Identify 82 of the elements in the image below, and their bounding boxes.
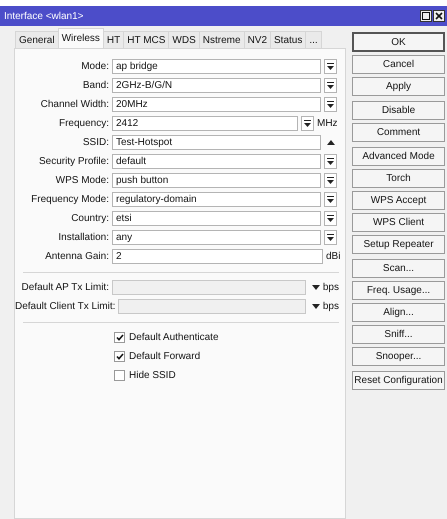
checkbox-label: Default Forward xyxy=(129,351,200,362)
action-button[interactable]: Reset Configuration xyxy=(352,371,445,390)
tab[interactable]: ... xyxy=(305,31,322,48)
select-field[interactable]: any xyxy=(112,230,321,245)
field-label: Mode: xyxy=(80,61,110,72)
tab[interactable]: NV2 xyxy=(244,31,272,48)
action-button[interactable]: Freq. Usage... xyxy=(352,281,445,300)
field-label: Channel Width: xyxy=(40,99,110,110)
action-button[interactable]: WPS Client xyxy=(352,213,445,232)
select-field[interactable]: etsi xyxy=(112,211,321,226)
select-field[interactable]: 20MHz xyxy=(112,97,321,112)
dropdown-icon xyxy=(304,120,311,128)
window-title: Interface <wlan1> xyxy=(4,10,84,22)
dropdown-icon xyxy=(327,82,334,90)
checkbox[interactable] xyxy=(114,370,125,381)
dropdown-button[interactable] xyxy=(324,173,337,188)
field-label: Frequency Mode: xyxy=(30,194,110,205)
checkbox[interactable] xyxy=(114,332,125,343)
input-field[interactable]: 2412 xyxy=(112,116,298,131)
field-label: Installation: xyxy=(57,232,110,243)
dropdown-icon xyxy=(327,234,334,242)
field-label: Default Client Tx Limit: xyxy=(15,301,116,312)
field-label: Band: xyxy=(82,80,110,91)
dropdown-button[interactable] xyxy=(324,211,337,226)
unit-label: bps xyxy=(322,282,339,293)
select-field[interactable]: ap bridge xyxy=(112,59,321,74)
action-button[interactable]: OK xyxy=(352,32,445,52)
dropdown-button[interactable] xyxy=(301,116,314,131)
maximize-icon[interactable] xyxy=(420,10,432,22)
select-field[interactable]: 2GHz-B/G/N xyxy=(112,78,321,93)
action-button[interactable]: Snooper... xyxy=(352,347,445,366)
tab[interactable]: Wireless xyxy=(58,28,104,48)
tab[interactable]: WDS xyxy=(168,31,200,48)
tab[interactable]: Nstreme xyxy=(198,31,245,48)
select-field[interactable]: push button xyxy=(112,173,321,188)
dropdown-button[interactable] xyxy=(324,230,337,245)
dropdown-icon xyxy=(327,196,334,204)
field-label: Frequency: xyxy=(58,118,110,129)
dropdown-button[interactable] xyxy=(324,154,337,169)
dropdown-button[interactable] xyxy=(324,97,337,112)
dropdown-icon xyxy=(327,176,334,184)
unit-label: bps xyxy=(322,301,339,312)
action-button[interactable]: Torch xyxy=(352,169,445,188)
select-field[interactable]: default xyxy=(112,154,321,169)
dropdown-button[interactable] xyxy=(324,78,337,93)
field-label: Security Profile: xyxy=(38,156,110,167)
dropdown-arrow-icon xyxy=(312,304,320,309)
checkbox-label: Default Authenticate xyxy=(129,332,219,343)
field-label: SSID: xyxy=(82,137,110,148)
tab[interactable]: General xyxy=(15,31,59,48)
checkbox[interactable] xyxy=(114,351,125,362)
unit-label: MHz xyxy=(317,118,338,129)
close-icon[interactable] xyxy=(433,10,445,22)
unit-label: dBi xyxy=(326,251,340,262)
dropdown-button[interactable] xyxy=(324,192,337,207)
field-label: Antenna Gain: xyxy=(44,251,110,262)
action-button[interactable]: WPS Accept xyxy=(352,191,445,210)
action-button[interactable]: Disable xyxy=(352,101,445,120)
action-button[interactable]: Apply xyxy=(352,77,445,96)
tab[interactable]: Status xyxy=(270,31,306,48)
checkbox-label: Hide SSID xyxy=(129,370,176,381)
dropdown-icon xyxy=(327,214,334,222)
expand-arrow-icon[interactable] xyxy=(327,140,335,145)
input-field[interactable]: Test-Hotspot xyxy=(112,135,321,150)
action-button[interactable]: Align... xyxy=(352,303,445,322)
action-button[interactable]: Cancel xyxy=(352,55,445,74)
action-button[interactable]: Sniff... xyxy=(352,325,445,344)
dropdown-button[interactable] xyxy=(324,59,337,74)
dropdown-arrow-icon xyxy=(312,285,320,290)
field-label: WPS Mode: xyxy=(54,175,110,186)
field-label: Default AP Tx Limit: xyxy=(20,282,110,293)
action-button[interactable]: Scan... xyxy=(352,259,445,278)
tab[interactable]: HT MCS xyxy=(123,31,170,48)
action-button[interactable]: Advanced Mode xyxy=(352,147,445,166)
select-field[interactable]: regulatory-domain xyxy=(112,192,321,207)
action-button[interactable]: Setup Repeater xyxy=(352,235,445,254)
dropdown-icon xyxy=(327,100,334,108)
dropdown-icon xyxy=(327,62,334,70)
dropdown-icon xyxy=(327,158,334,166)
action-button[interactable]: Comment xyxy=(352,123,445,142)
field-label: Country: xyxy=(70,213,110,224)
input-field[interactable]: 2 xyxy=(112,249,323,264)
